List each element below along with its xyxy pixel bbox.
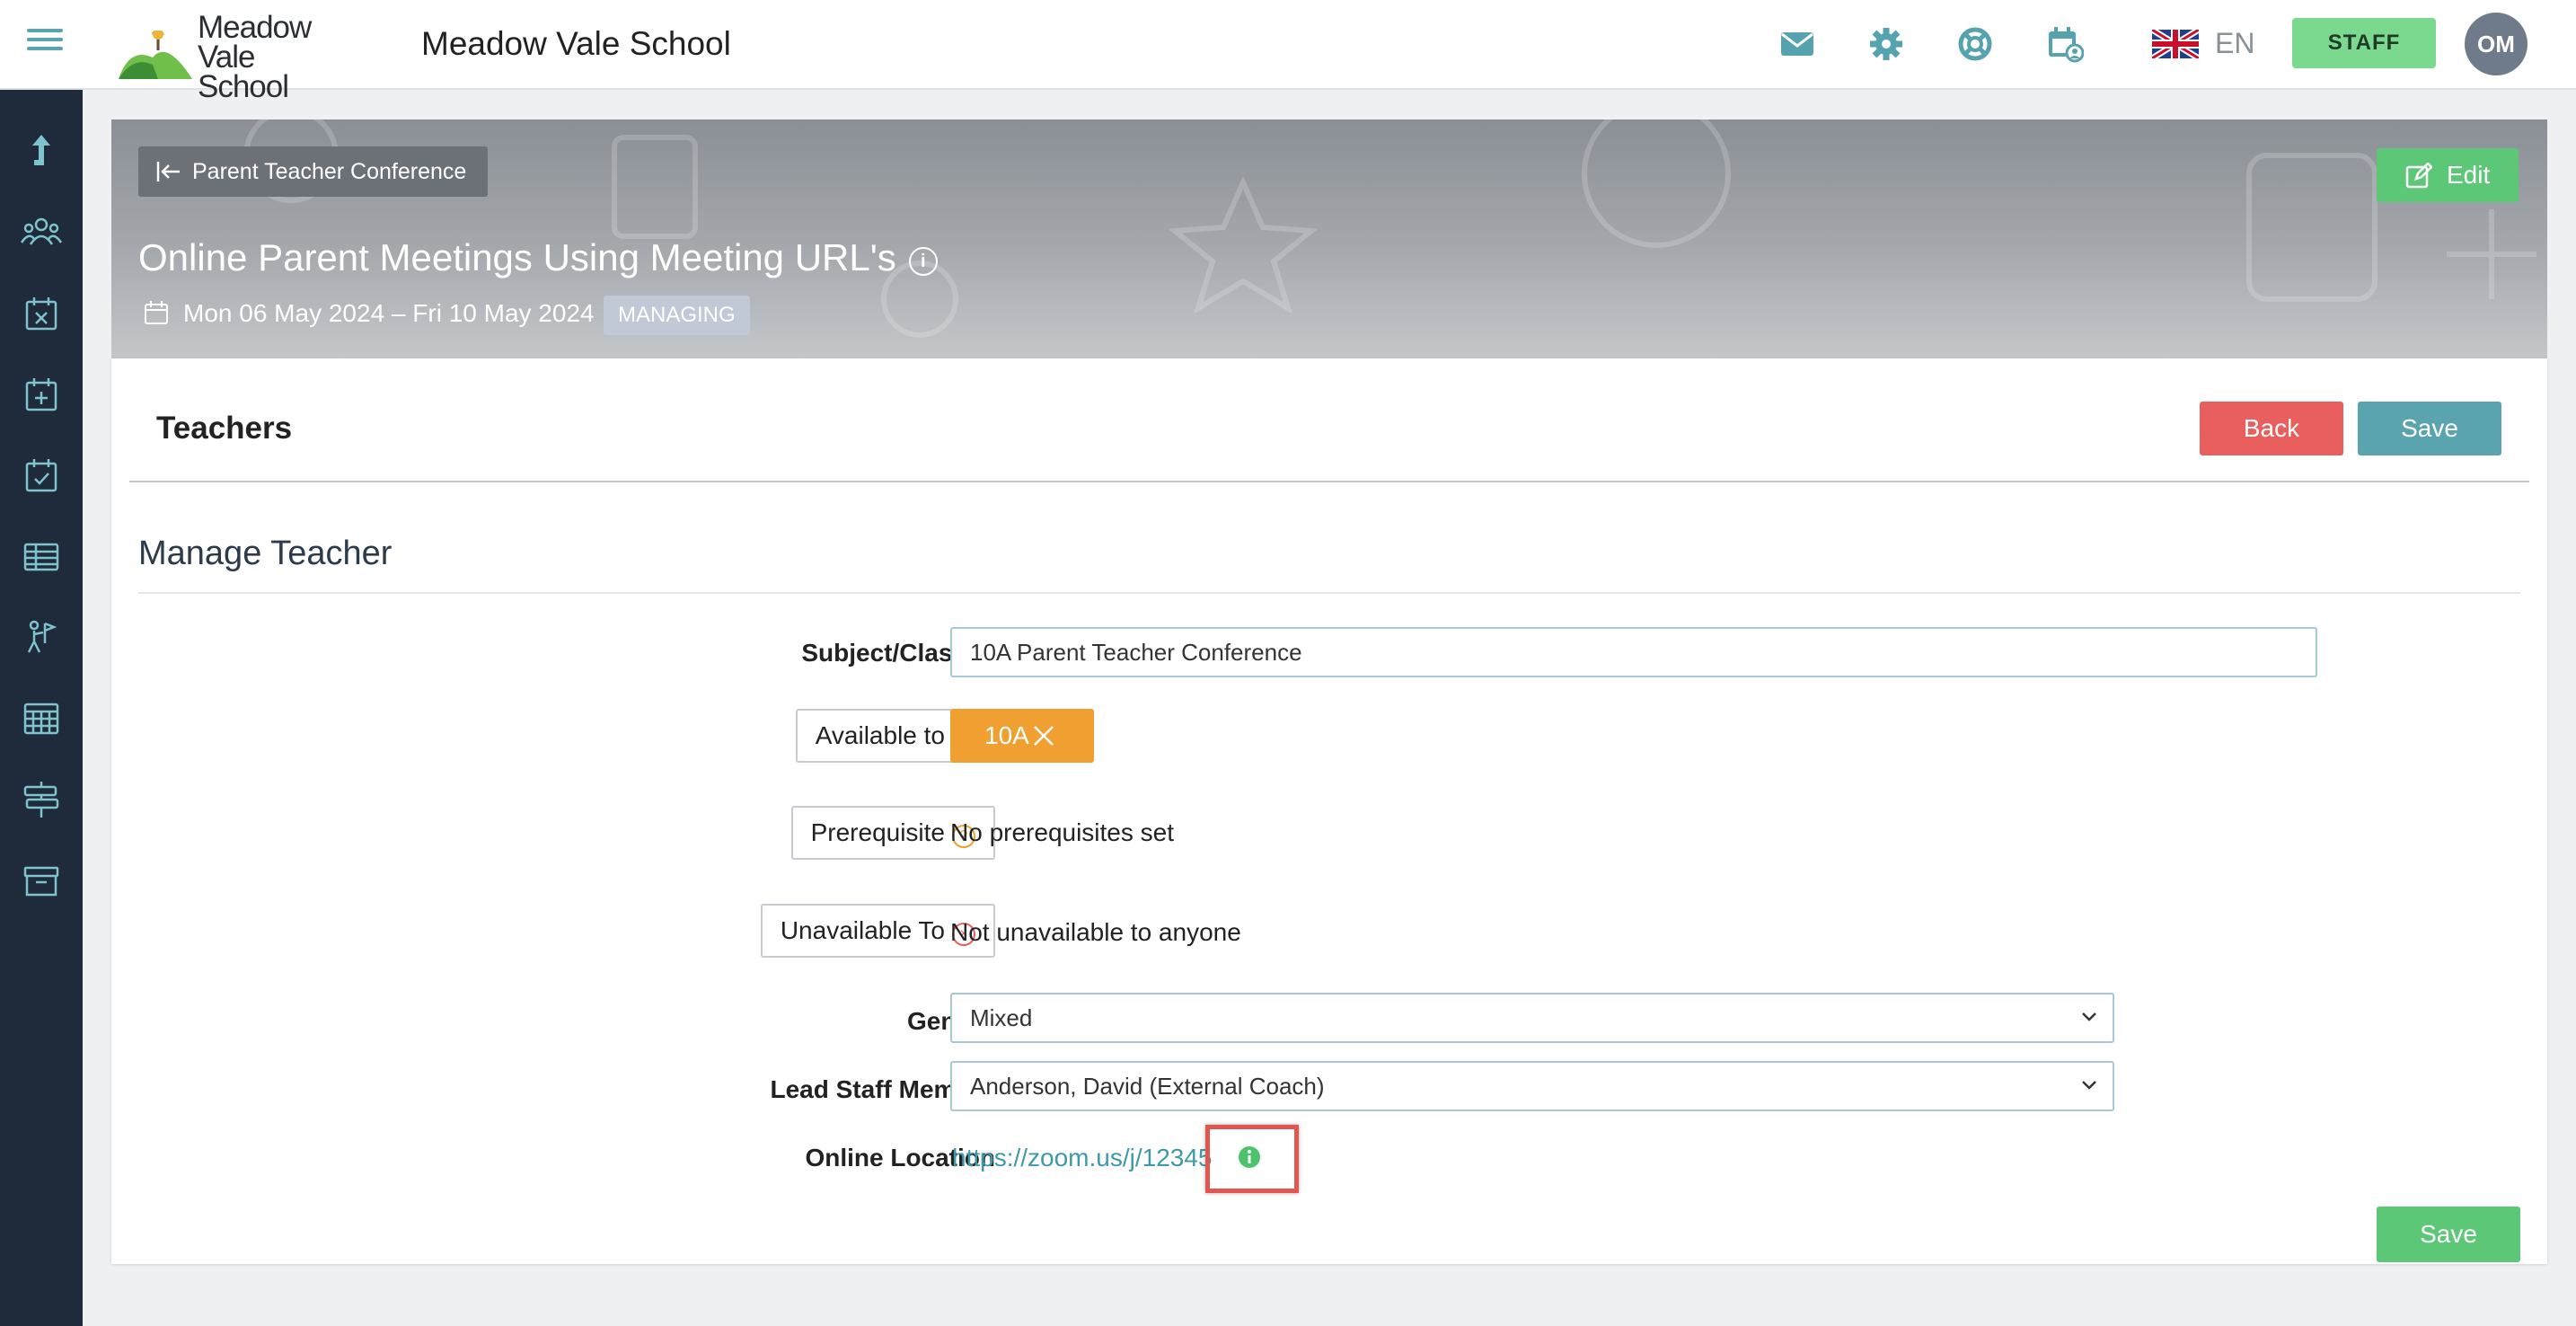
arrow-up-icon[interactable] — [18, 129, 65, 176]
back-to-parent-icon — [156, 162, 180, 181]
save-button-bottom[interactable]: Save — [2377, 1207, 2520, 1262]
divider — [138, 592, 2520, 594]
logo-line-2: Vale School — [198, 40, 289, 104]
manage-teacher-card: Teachers Back Save Manage Teacher Subjec… — [111, 358, 2547, 1264]
section-title: Teachers — [156, 411, 293, 446]
date-range-text: Mon 06 May 2024 – Fri 10 May 2024 — [183, 299, 595, 327]
edit-button[interactable]: Edit — [2377, 148, 2519, 202]
language-selector[interactable]: EN — [2215, 27, 2254, 60]
lead-staff-value: Anderson, David (External Coach) — [970, 1073, 1325, 1100]
event-title-text: Online Parent Meetings Using Meeting URL… — [138, 236, 896, 278]
edit-label: Edit — [2447, 161, 2491, 189]
status-badge: MANAGING — [604, 296, 750, 335]
form-heading: Manage Teacher — [138, 535, 393, 572]
calendar-check-icon[interactable] — [18, 453, 65, 499]
gear-icon[interactable] — [1867, 25, 1905, 63]
calendar-user-icon[interactable] — [2046, 25, 2084, 63]
table-icon[interactable] — [18, 534, 65, 580]
school-logo[interactable]: Meadow Vale School — [117, 10, 350, 102]
people-icon[interactable] — [18, 210, 65, 257]
breadcrumb-label: Parent Teacher Conference — [192, 159, 467, 184]
school-name: Meadow Vale School — [421, 25, 731, 62]
mail-icon[interactable] — [1778, 25, 1816, 63]
top-bar: Meadow Vale School Meadow Vale School EN… — [0, 0, 2576, 102]
back-button[interactable]: Back — [2200, 402, 2343, 455]
chevron-down-icon — [2082, 1081, 2096, 1090]
prerequisite-value: No prerequisites set — [950, 818, 1175, 846]
lifebuoy-icon[interactable] — [1956, 25, 1994, 63]
edit-icon — [2405, 163, 2432, 189]
subject-class-input[interactable]: 10A Parent Teacher Conference — [950, 627, 2317, 677]
lead-staff-select[interactable]: Anderson, David (External Coach) — [950, 1061, 2114, 1111]
calendar-plus-icon[interactable] — [18, 372, 65, 419]
person-flag-icon[interactable] — [18, 614, 65, 661]
save-button-top[interactable]: Save — [2358, 402, 2501, 455]
unavailable-value: Not unavailable to anyone — [950, 918, 1241, 946]
calendar-x-icon[interactable] — [18, 291, 65, 338]
gender-value: Mixed — [970, 1004, 1033, 1031]
highlight-box — [1205, 1125, 1299, 1193]
event-banner: Parent Teacher Conference Edit Online Pa… — [111, 119, 2547, 358]
page-title: Online Parent Meetings Using Meeting URL… — [138, 236, 938, 279]
breadcrumb[interactable]: Parent Teacher Conference — [138, 146, 489, 197]
sidebar — [0, 90, 83, 1326]
online-location-link[interactable]: https://zoom.us/j/12345 — [952, 1144, 1213, 1172]
available-tag-label: 10A — [984, 721, 1029, 749]
remove-tag-icon[interactable] — [1033, 725, 1054, 747]
available-tag[interactable]: 10A — [950, 709, 1094, 763]
grid-calendar-icon[interactable] — [18, 695, 65, 742]
info-icon[interactable]: i — [908, 247, 938, 276]
uk-flag-icon[interactable] — [2152, 30, 2199, 58]
signpost-icon[interactable] — [18, 776, 65, 823]
staff-button[interactable]: STAFF — [2292, 18, 2436, 68]
calendar-icon — [145, 301, 168, 324]
available-to-label: Available to — [815, 721, 945, 749]
event-date-range: Mon 06 May 2024 – Fri 10 May 2024 — [144, 299, 595, 328]
chevron-down-icon — [2082, 1012, 2096, 1021]
logo-line-1: Meadow — [198, 10, 312, 45]
gender-select[interactable]: Mixed — [950, 993, 2114, 1043]
archive-icon[interactable] — [18, 857, 65, 904]
divider — [129, 481, 2529, 482]
subject-class-label-text: Subject/Class — [801, 639, 966, 667]
menu-icon[interactable] — [27, 23, 63, 59]
logo-hills-icon — [119, 31, 192, 79]
unavailable-to-label: Unavailable To — [780, 916, 945, 944]
avatar[interactable]: OM — [2465, 13, 2527, 75]
prerequisite-label: Prerequisite — [810, 818, 945, 846]
